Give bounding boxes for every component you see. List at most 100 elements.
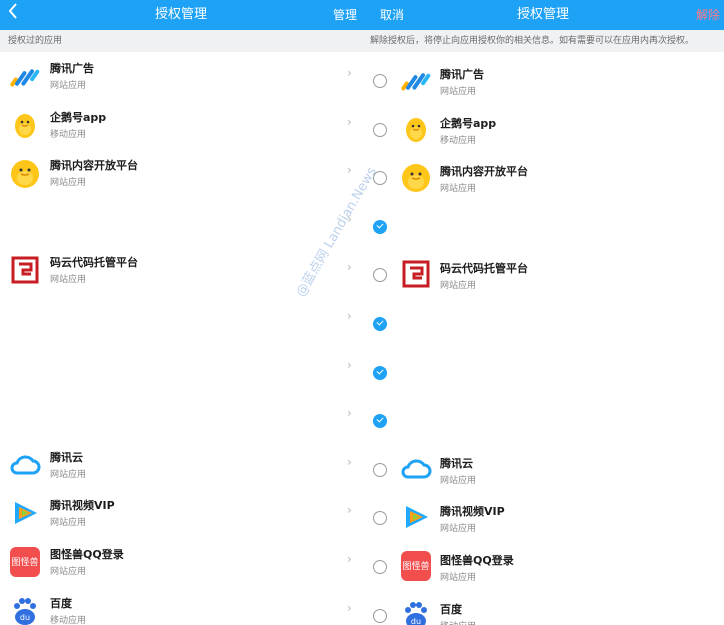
app-row[interactable]: 企鹅号app 移动应用 › xyxy=(0,101,362,149)
app-type: 网站应用 xyxy=(440,475,477,486)
gitee-icon xyxy=(9,254,41,286)
app-type: 网站应用 xyxy=(50,275,87,286)
checked-radio-icon[interactable] xyxy=(373,317,387,331)
chevron-right-icon: › xyxy=(347,503,352,518)
app-name: 图怪兽QQ登录 xyxy=(440,554,514,567)
app-type: 网站应用 xyxy=(440,524,477,535)
unchecked-radio-icon[interactable] xyxy=(373,608,387,623)
tencent-video-icon xyxy=(9,497,41,529)
app-select-row[interactable]: 腾讯内容开放平台 网站应用 xyxy=(362,149,724,197)
header-bar: 授权管理 管理 xyxy=(0,0,362,30)
app-type: 移动应用 xyxy=(50,615,87,625)
revoke-notice-text: 解除授权后，将停止向应用授权你的相关信息。如有需要可以在应用内再次授权。 xyxy=(370,36,695,46)
tencent-video-icon xyxy=(400,501,432,533)
chevron-right-icon: › xyxy=(347,406,352,421)
unchecked-radio-icon[interactable] xyxy=(373,122,387,137)
app-row[interactable]: 腾讯内容开放平台 网站应用 › xyxy=(0,149,362,197)
app-name: 腾讯内容开放平台 xyxy=(50,159,138,173)
chevron-right-icon: › xyxy=(347,260,352,275)
app-select-row[interactable]: 码云代码托管平台 网站应用 xyxy=(362,246,724,294)
app-row[interactable]: › xyxy=(0,392,362,440)
app-type: 网站应用 xyxy=(50,518,87,529)
app-name: 百度 xyxy=(440,602,462,616)
svg-text:du: du xyxy=(411,617,421,625)
app-name: 企鹅号app xyxy=(440,116,497,130)
app-type: 网站应用 xyxy=(50,81,87,91)
section-header: 授权过的应用 xyxy=(0,30,362,52)
unchecked-radio-icon[interactable] xyxy=(373,74,387,88)
revoke-notice: 解除授权后，将停止向应用授权你的相关信息。如有需要可以在应用内再次授权。 xyxy=(362,30,724,52)
page-title-edit: 授权管理 xyxy=(516,7,569,22)
tencent-cloud-icon xyxy=(9,449,41,481)
app-select-row[interactable] xyxy=(362,392,724,440)
app-select-row[interactable] xyxy=(362,344,724,392)
tencent-ads-icon xyxy=(9,60,41,92)
unchecked-radio-icon[interactable] xyxy=(373,511,387,526)
app-name: 腾讯广告 xyxy=(50,62,94,75)
penguin-icon xyxy=(400,113,432,145)
app-row[interactable]: › xyxy=(0,198,362,246)
app-select-row[interactable] xyxy=(362,198,724,246)
chevron-right-icon: › xyxy=(347,600,352,615)
app-name: 码云代码托管平台 xyxy=(440,262,528,276)
svg-text:du: du xyxy=(20,613,30,622)
app-name: 腾讯云 xyxy=(440,456,473,470)
app-type: 网站应用 xyxy=(50,567,87,577)
header-bar-edit: 取消 授权管理 解除 xyxy=(362,0,724,30)
app-name: 腾讯视频VIP xyxy=(50,499,115,513)
app-select-row[interactable]: du 百度移动应用 xyxy=(362,587,724,625)
chevron-right-icon: › xyxy=(347,163,352,178)
app-name: 腾讯广告 xyxy=(440,68,484,81)
section-label: 授权过的应用 xyxy=(8,36,63,46)
app-select-row[interactable]: 图怪兽 图怪兽QQ登录 网站应用 xyxy=(362,538,724,586)
app-name: 码云代码托管平台 xyxy=(50,256,138,270)
tencent-cloud-icon xyxy=(400,453,432,485)
penguin-large-icon xyxy=(9,157,41,189)
app-type: 移动应用 xyxy=(50,129,87,140)
revoke-button[interactable]: 解除 xyxy=(696,0,720,30)
chevron-right-icon: › xyxy=(347,357,352,372)
chevron-right-icon: › xyxy=(347,66,352,80)
svg-text:图怪兽: 图怪兽 xyxy=(11,556,38,568)
unchecked-radio-icon[interactable] xyxy=(373,462,387,477)
manage-button[interactable]: 管理 xyxy=(333,0,357,30)
app-type: 移动应用 xyxy=(440,135,477,146)
app-name: 图怪兽QQ登录 xyxy=(50,548,124,561)
app-select-row[interactable]: 腾讯视频VIP 网站应用 xyxy=(362,489,724,537)
app-row[interactable]: › xyxy=(0,344,362,392)
app-row[interactable]: 腾讯云 网站应用 › xyxy=(0,441,362,489)
unchecked-radio-icon[interactable] xyxy=(373,268,387,283)
checked-radio-icon[interactable] xyxy=(373,219,387,234)
checked-radio-icon[interactable] xyxy=(373,365,387,380)
app-name: 腾讯内容开放平台 xyxy=(440,165,528,179)
tuguaishou-icon: 图怪兽 xyxy=(400,550,432,582)
app-name: 百度 xyxy=(50,596,72,610)
app-select-row[interactable]: 企鹅号app 移动应用 xyxy=(362,101,724,149)
app-select-row[interactable]: 腾讯云 网站应用 xyxy=(362,441,724,489)
authorization-list-panel: 授权管理 管理 授权过的应用 腾讯广告 网站应用 › 企鹅号app 移动应用 › 腾讯内容开… xyxy=(0,0,362,625)
chevron-right-icon: › xyxy=(347,309,352,323)
gitee-icon xyxy=(400,258,432,290)
app-row[interactable]: 腾讯视频VIP 网站应用 › xyxy=(0,489,362,537)
app-type: 网站应用 xyxy=(440,281,477,292)
chevron-right-icon: › xyxy=(347,454,352,469)
tencent-ads-icon xyxy=(400,64,432,96)
app-row[interactable]: du 百度移动应用 › xyxy=(0,587,362,625)
app-type: 网站应用 xyxy=(50,178,87,189)
app-type: 移动应用 xyxy=(440,619,476,625)
app-row[interactable]: 腾讯广告网站应用 › xyxy=(0,52,362,100)
app-select-row[interactable] xyxy=(362,295,724,343)
revoke-selection-panel: 取消 授权管理 解除 解除授权后，将停止向应用授权你的相关信息。如有需要可以在应… xyxy=(362,0,724,625)
app-row[interactable]: › xyxy=(0,295,362,343)
chevron-right-icon: › xyxy=(347,552,352,566)
tuguaishou-icon: 图怪兽 xyxy=(9,546,41,578)
penguin-icon xyxy=(9,109,41,141)
app-name: 腾讯视频VIP xyxy=(440,505,505,519)
app-row[interactable]: 图怪兽 图怪兽QQ登录 网站应用 › xyxy=(0,538,362,586)
checked-radio-icon[interactable] xyxy=(373,414,387,429)
app-select-row[interactable]: 腾讯广告 网站应用 xyxy=(362,52,724,100)
unchecked-radio-icon[interactable] xyxy=(373,560,387,574)
app-type: 网站应用 xyxy=(50,469,87,480)
app-name: 企鹅号app xyxy=(50,110,107,124)
baidu-icon: du xyxy=(400,599,432,625)
